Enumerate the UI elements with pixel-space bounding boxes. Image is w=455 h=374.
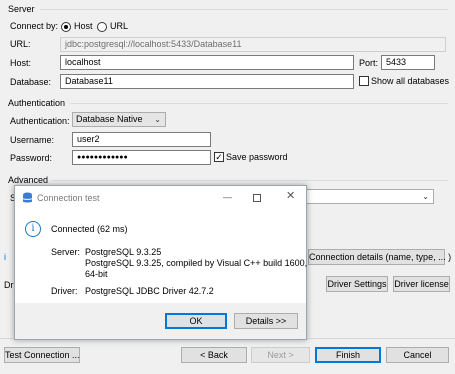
maximize-icon[interactable] bbox=[253, 194, 261, 202]
authentication-select[interactable]: Database Native ⌄ bbox=[72, 112, 166, 127]
dialog-titlebar[interactable]: Connection test — ✕ bbox=[15, 186, 306, 210]
advanced-separator bbox=[52, 180, 448, 181]
authentication-separator bbox=[70, 103, 448, 104]
authentication-label: Authentication: bbox=[10, 116, 70, 126]
save-password-checkbox[interactable]: ✓ bbox=[214, 152, 224, 162]
next-button[interactable]: Next > bbox=[251, 347, 310, 363]
chevron-down-icon: ⌄ bbox=[422, 192, 429, 201]
dialog-footer: OK Details >> bbox=[15, 303, 306, 339]
info-icon: i bbox=[25, 221, 41, 237]
connection-details-button[interactable]: Connection details (name, type, ... ) bbox=[308, 249, 451, 265]
save-password-label[interactable]: Save password bbox=[226, 152, 288, 163]
connect-by-label: Connect by: bbox=[10, 21, 59, 31]
finish-button[interactable]: Finish bbox=[315, 347, 381, 363]
url-label: URL: bbox=[10, 39, 31, 49]
server-info-line2: PostgreSQL 9.3.25, compiled by Visual C+… bbox=[85, 258, 308, 268]
database-field[interactable]: Database11 bbox=[60, 74, 354, 89]
show-all-databases-label[interactable]: Show all databases bbox=[371, 76, 449, 87]
host-field[interactable]: localhost bbox=[60, 55, 354, 70]
connection-test-dialog: Connection test — ✕ i Connected (62 ms) … bbox=[14, 185, 307, 340]
authentication-select-value: Database Native bbox=[76, 114, 143, 124]
database-icon bbox=[23, 192, 32, 203]
server-info-line3: 64-bit bbox=[85, 269, 108, 279]
driver-settings-button[interactable]: Driver Settings bbox=[326, 276, 388, 292]
back-button[interactable]: < Back bbox=[181, 347, 247, 363]
host-radio-dot bbox=[64, 25, 68, 29]
url-field[interactable]: jdbc:postgresql://localhost:5433/Databas… bbox=[60, 37, 446, 52]
url-radio[interactable] bbox=[97, 22, 107, 32]
checkmark-icon: ✓ bbox=[215, 152, 223, 162]
cancel-button[interactable]: Cancel bbox=[386, 347, 449, 363]
url-radio-label[interactable]: URL bbox=[110, 21, 128, 32]
info-icon-partial: i bbox=[4, 252, 6, 262]
connected-status: Connected (62 ms) bbox=[51, 224, 128, 234]
username-label: Username: bbox=[10, 135, 55, 145]
server-section-label: Server bbox=[8, 4, 35, 14]
server-info-line1: PostgreSQL 9.3.25 bbox=[85, 247, 162, 257]
authentication-section-label: Authentication bbox=[8, 98, 66, 108]
driver-info-value: PostgreSQL JDBC Driver 42.7.2 bbox=[85, 286, 214, 296]
details-button[interactable]: Details >> bbox=[234, 313, 298, 329]
password-label: Password: bbox=[10, 153, 53, 163]
database-label: Database: bbox=[10, 77, 52, 87]
advanced-select[interactable]: ⌄ bbox=[300, 189, 434, 204]
driver-license-button[interactable]: Driver license bbox=[393, 276, 450, 292]
close-icon[interactable]: ✕ bbox=[286, 191, 295, 202]
driver-info-label: Driver: bbox=[51, 286, 78, 296]
ok-button[interactable]: OK bbox=[165, 313, 227, 329]
host-radio-label[interactable]: Host bbox=[74, 21, 93, 32]
show-all-databases-checkbox[interactable] bbox=[359, 76, 369, 86]
dialog-title: Connection test bbox=[37, 193, 100, 203]
server-info-label: Server: bbox=[51, 247, 81, 257]
host-label: Host: bbox=[10, 58, 32, 68]
host-radio[interactable] bbox=[61, 22, 71, 32]
advanced-section-label: Advanced bbox=[8, 175, 49, 185]
password-field[interactable]: ●●●●●●●●●●●● bbox=[72, 150, 211, 165]
minimize-icon[interactable]: — bbox=[223, 192, 232, 203]
username-field[interactable]: user2 bbox=[72, 132, 211, 147]
test-connection-button[interactable]: Test Connection ... bbox=[4, 347, 80, 363]
chevron-down-icon: ⌄ bbox=[154, 115, 161, 124]
port-field[interactable]: 5433 bbox=[381, 55, 435, 70]
port-label: Port: bbox=[359, 58, 379, 68]
server-separator bbox=[40, 9, 448, 10]
